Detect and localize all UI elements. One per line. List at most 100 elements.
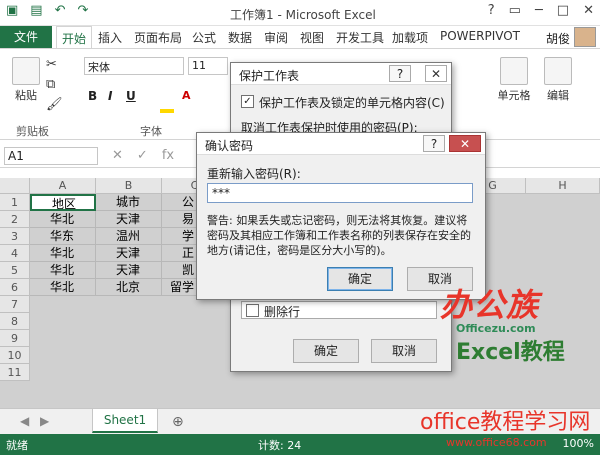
cells-label: 单元格 — [497, 89, 531, 102]
row-header[interactable]: 1 — [0, 194, 30, 211]
protect-cancel-button[interactable]: 取消 — [371, 339, 437, 363]
table-cell[interactable]: 城市 — [96, 194, 162, 211]
row-header[interactable]: 3 — [0, 228, 30, 245]
next-sheet-icon[interactable]: ▶ — [40, 414, 49, 428]
tab-insert[interactable]: 插入 — [98, 29, 122, 46]
row-header[interactable]: 10 — [0, 347, 30, 364]
tab-view[interactable]: 视图 — [300, 29, 324, 46]
fill-color-icon[interactable] — [160, 109, 174, 113]
confirm-dialog-title-text: 确认密码 — [205, 139, 254, 153]
tab-formulas[interactable]: 公式 — [192, 29, 216, 46]
tab-page-layout[interactable]: 页面布局 — [134, 29, 182, 46]
avatar[interactable] — [574, 27, 596, 47]
permissions-list[interactable]: 删除行 — [241, 301, 437, 319]
confirm-entry-icon[interactable]: ✓ — [137, 148, 148, 163]
row-header[interactable]: 7 — [0, 296, 30, 313]
sheet-tab-sheet1[interactable]: Sheet1 — [92, 409, 158, 433]
table-cell[interactable]: 华北 — [30, 211, 96, 228]
zoom-level[interactable]: 100% — [563, 437, 594, 450]
paste-icon — [12, 57, 40, 85]
quick-access-toolbar: ▣ ▤ ↶ ↷ — [6, 3, 88, 18]
column-header-h[interactable]: H — [526, 178, 600, 194]
add-sheet-icon[interactable]: ⊕ — [172, 414, 184, 430]
table-cell[interactable]: 天津 — [96, 211, 162, 228]
font-name-select[interactable]: 宋体 — [84, 57, 184, 75]
dialog-close-icon[interactable]: ✕ — [449, 135, 481, 152]
window-controls: ? ▭ ─ □ ✕ — [488, 3, 594, 18]
copy-icon[interactable]: ⧉ — [46, 77, 55, 92]
cancel-entry-icon[interactable]: ✕ — [112, 148, 123, 163]
watermark-excel-tutorial: Excel教程 — [456, 340, 565, 365]
ribbon-tabs: 文件 开始 插入 页面布局 公式 数据 审阅 视图 开发工具 加载项 POWER… — [0, 26, 600, 49]
dialog-help-button[interactable]: ? — [389, 65, 411, 82]
tab-powerpivot[interactable]: POWERPIVOT — [440, 29, 520, 43]
tab-home[interactable]: 开始 — [56, 26, 93, 49]
close-button[interactable]: ✕ — [583, 3, 594, 18]
cells-button[interactable]: 单元格 — [492, 57, 536, 103]
row-header[interactable]: 6 — [0, 279, 30, 296]
name-box[interactable]: A1 — [4, 147, 98, 165]
row-header[interactable]: 9 — [0, 330, 30, 347]
tab-developer[interactable]: 开发工具 — [336, 29, 384, 46]
row-header[interactable]: 2 — [0, 211, 30, 228]
table-cell[interactable]: 华北 — [30, 279, 96, 296]
help-button[interactable]: ? — [488, 3, 495, 18]
status-ready: 就绪 — [6, 439, 28, 452]
paste-label: 粘贴 — [15, 89, 37, 102]
format-painter-icon[interactable]: 🖌 — [46, 97, 63, 112]
protect-ok-button[interactable]: 确定 — [293, 339, 359, 363]
protect-contents-label: 保护工作表及锁定的单元格内容(C) — [259, 96, 445, 110]
cut-icon[interactable]: ✂ — [46, 57, 57, 72]
undo-icon[interactable]: ↶ — [55, 3, 66, 18]
minimize-button[interactable]: ─ — [535, 3, 543, 18]
save-icon[interactable]: ▤ — [30, 3, 42, 18]
paste-button[interactable]: 粘贴 — [8, 57, 44, 103]
dialog-help-button[interactable]: ? — [423, 135, 445, 152]
confirm-password-dialog: 确认密码 ? ✕ 重新输入密码(R): *** 警告: 如果丢失或忘记密码，则无… — [196, 132, 486, 300]
table-cell[interactable]: 北京 — [96, 279, 162, 296]
protect-dialog-title: 保护工作表 ? ✕ — [231, 63, 451, 85]
prev-sheet-icon[interactable]: ◀ — [20, 414, 29, 428]
row-header[interactable]: 8 — [0, 313, 30, 330]
edit-button[interactable]: 编辑 — [538, 57, 578, 103]
row-header[interactable]: 5 — [0, 262, 30, 279]
user-name[interactable]: 胡俊 — [546, 30, 570, 47]
tab-addins[interactable]: 加载项 — [392, 29, 428, 46]
window-title: 工作簿1 - Microsoft Excel — [230, 8, 376, 22]
font-group-label: 字体 — [140, 125, 162, 138]
table-cell[interactable]: 天津 — [96, 262, 162, 279]
tab-review[interactable]: 审阅 — [264, 29, 288, 46]
tab-data[interactable]: 数据 — [228, 29, 252, 46]
select-all-corner[interactable] — [0, 178, 30, 194]
column-header-a[interactable]: A — [30, 178, 96, 194]
confirm-ok-button[interactable]: 确定 — [327, 267, 393, 291]
table-cell[interactable]: 华北 — [30, 245, 96, 262]
column-header-b[interactable]: B — [96, 178, 162, 194]
row-header[interactable]: 11 — [0, 364, 30, 381]
tab-file[interactable]: 文件 — [0, 26, 52, 48]
italic-button[interactable]: I — [108, 89, 112, 103]
font-size-select[interactable]: 11 — [188, 57, 228, 75]
password-input[interactable]: *** — [207, 183, 473, 203]
title-bar: ▣ ▤ ↶ ↷ 工作簿1 - Microsoft Excel ? ▭ ─ □ ✕ — [0, 0, 600, 26]
delete-rows-label: 删除行 — [264, 305, 301, 319]
table-cell[interactable]: 华东 — [30, 228, 96, 245]
row-header[interactable]: 4 — [0, 245, 30, 262]
dialog-close-icon[interactable]: ✕ — [425, 65, 447, 82]
insert-function-icon[interactable]: fx — [162, 148, 174, 163]
font-color-icon[interactable]: A — [182, 89, 191, 102]
formula-icons: ✕ ✓ fx — [112, 148, 174, 163]
watermark-brand: 办公族 — [440, 286, 540, 324]
underline-button[interactable]: U — [126, 89, 136, 103]
protect-contents-checkbox[interactable]: ✓ — [241, 95, 254, 108]
protect-dialog-title-text: 保护工作表 — [239, 69, 300, 83]
delete-rows-checkbox[interactable] — [246, 304, 259, 317]
maximize-button[interactable]: □ — [557, 3, 569, 18]
table-cell[interactable]: 天津 — [96, 245, 162, 262]
cell-a1[interactable]: 地区 — [30, 194, 96, 211]
redo-icon[interactable]: ↷ — [78, 3, 89, 18]
table-cell[interactable]: 温州 — [96, 228, 162, 245]
table-cell[interactable]: 华北 — [30, 262, 96, 279]
bold-button[interactable]: B — [88, 89, 97, 103]
ribbon-display-button[interactable]: ▭ — [509, 3, 521, 18]
